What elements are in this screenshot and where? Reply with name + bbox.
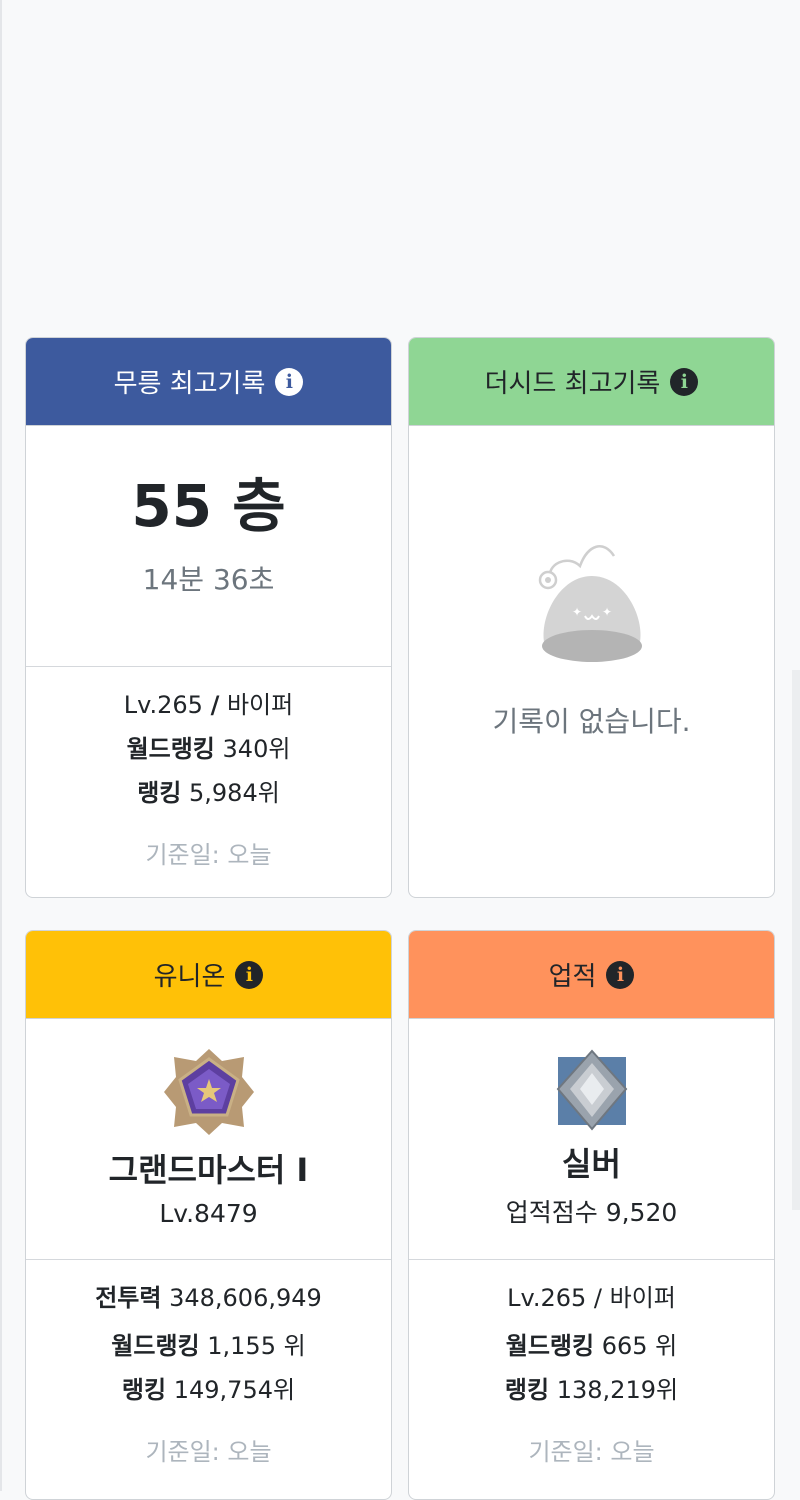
mureung-level-job: Lv.265 / 바이퍼 (26, 683, 391, 727)
achievement-card: 업적 i 실버 업적점수 9,520 Lv.265 / 바이퍼 월드랭킹 665… (408, 930, 775, 1500)
union-grade: 그랜드마스터 I (108, 1151, 309, 1189)
mureung-floor: 55 층 (131, 472, 286, 540)
job-text: 바이퍼 (226, 691, 294, 719)
mureung-card-stats: Lv.265 / 바이퍼 월드랭킹 340위 랭킹 5,984위 기준일: 오늘 (26, 667, 391, 870)
theseed-record-card: 더시드 최고기록 i ✦ ✦ 기록이 없습니다. (408, 337, 775, 898)
achievement-card-main: 실버 업적점수 9,520 (409, 1019, 774, 1259)
union-card-stats: 전투력 348,606,949 월드랭킹 1,155 위 랭킹 149,754위… (26, 1260, 391, 1467)
info-icon[interactable]: i (275, 367, 304, 396)
rank-label: 랭킹 (504, 1376, 550, 1404)
world-rank-value: 340위 (222, 735, 291, 763)
rank-value: 5,984위 (189, 779, 280, 807)
union-world-rank: 월드랭킹 1,155 위 (26, 1324, 391, 1368)
slime-icon: ✦ ✦ (538, 545, 642, 662)
theseed-empty-text: 기록이 없습니다. (492, 705, 691, 738)
theseed-card-title: 더시드 최고기록 (484, 369, 661, 399)
rank-label: 랭킹 (121, 1376, 167, 1404)
theseed-card-main: ✦ ✦ 기록이 없습니다. (409, 426, 774, 740)
achievement-score: 업적점수 9,520 (409, 1193, 774, 1229)
world-rank-label: 월드랭킹 (111, 1332, 200, 1360)
score-label: 업적점수 (505, 1198, 598, 1227)
page-left-border (0, 0, 2, 1491)
level-text: Lv.265 (123, 691, 203, 719)
achievement-world-rank: 월드랭킹 665 위 (409, 1324, 774, 1368)
mureung-rank: 랭킹 5,984위 (26, 771, 391, 815)
union-card-main: 그랜드마스터 I Lv.8479 (26, 1019, 391, 1259)
info-icon[interactable]: i (235, 960, 264, 989)
achievement-date: 기준일: 오늘 (528, 1438, 655, 1466)
power-value: 348,606,949 (169, 1284, 322, 1312)
achievement-level-job: Lv.265 / 바이퍼 (507, 1284, 676, 1312)
achievement-card-title: 업적 (548, 962, 597, 992)
score-value: 9,520 (605, 1198, 678, 1227)
union-date: 기준일: 오늘 (145, 1438, 272, 1466)
mureung-date: 기준일: 오늘 (145, 841, 272, 869)
rank-value: 149,754위 (173, 1376, 296, 1404)
union-level: Lv.8479 (159, 1199, 258, 1228)
achievement-rank: 랭킹 138,219위 (409, 1368, 774, 1412)
mureung-record-card: 무릉 최고기록 i 55 층 14분 36초 Lv.265 / 바이퍼 월드랭킹… (25, 337, 392, 898)
union-card: 유니온 i 그랜드마스터 I Lv.8479 전투력 348,606,949 월… (25, 930, 392, 1500)
theseed-card-header: 더시드 최고기록 i (409, 338, 774, 426)
silver-emblem-icon (556, 1049, 627, 1131)
achievement-grade: 실버 (562, 1145, 621, 1183)
separator: / (210, 691, 220, 719)
power-label: 전투력 (95, 1284, 162, 1312)
scrollbar[interactable] (792, 670, 800, 1210)
world-rank-label: 월드랭킹 (126, 735, 215, 763)
union-power: 전투력 348,606,949 (26, 1276, 391, 1320)
mureung-world-rank: 월드랭킹 340위 (26, 727, 391, 771)
grandmaster-emblem-icon (163, 1049, 254, 1135)
mureung-time: 14분 36초 (142, 563, 275, 596)
achievement-card-header: 업적 i (409, 931, 774, 1019)
svg-text:✦: ✦ (601, 605, 611, 619)
mureung-card-title: 무릉 최고기록 (113, 369, 266, 399)
info-icon[interactable]: i (606, 960, 635, 989)
world-rank-value: 1,155 위 (207, 1332, 306, 1360)
union-card-title: 유니온 (153, 962, 226, 992)
achievement-card-stats: Lv.265 / 바이퍼 월드랭킹 665 위 랭킹 138,219위 기준일:… (409, 1260, 774, 1467)
union-rank: 랭킹 149,754위 (26, 1368, 391, 1412)
rank-value: 138,219위 (556, 1376, 679, 1404)
world-rank-label: 월드랭킹 (505, 1332, 595, 1360)
union-card-header: 유니온 i (26, 931, 391, 1019)
mureung-card-header: 무릉 최고기록 i (26, 338, 391, 426)
rank-label: 랭킹 (137, 779, 182, 807)
world-rank-value: 665 위 (601, 1332, 678, 1360)
svg-text:✦: ✦ (571, 605, 581, 619)
info-icon[interactable]: i (670, 367, 699, 396)
mureung-card-main: 55 층 14분 36초 (26, 426, 391, 666)
